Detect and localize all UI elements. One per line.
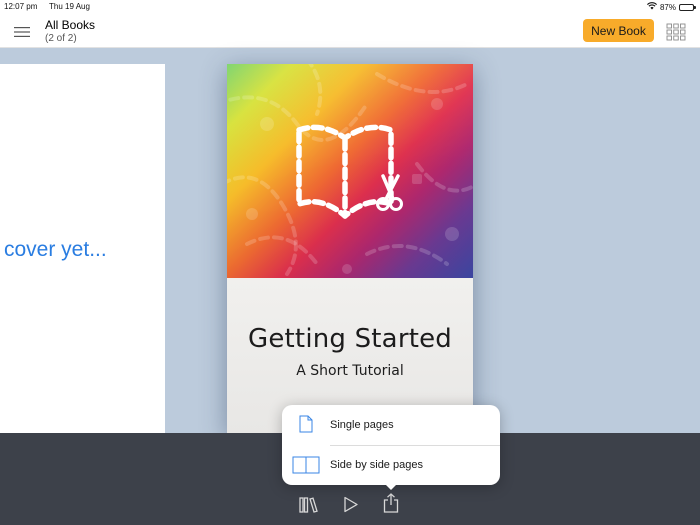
share-icon[interactable] <box>383 493 399 518</box>
hamburger-menu-icon[interactable] <box>13 25 31 39</box>
side-by-side-pages-option[interactable]: Side by side pages <box>282 445 500 485</box>
status-right: 87% <box>647 2 696 12</box>
play-icon[interactable] <box>343 496 359 518</box>
book-count: (2 of 2) <box>45 33 77 44</box>
grid-view-icon[interactable] <box>666 23 686 41</box>
battery-percent: 87% <box>659 2 676 12</box>
wifi-icon <box>647 2 657 12</box>
status-bar: 12:07 pm Thu 19 Aug 87% <box>0 0 700 14</box>
previous-book-text: cover yet... <box>4 238 107 261</box>
page-layout-popover: Single pages Side by side pages <box>282 405 500 485</box>
library-icon[interactable] <box>299 496 319 518</box>
single-pages-label: Single pages <box>330 419 394 431</box>
single-page-icon <box>299 415 313 438</box>
book-subtitle: A Short Tutorial <box>296 363 404 379</box>
side-by-side-pages-icon <box>292 456 320 479</box>
battery-icon <box>679 3 696 11</box>
single-pages-option[interactable]: Single pages <box>282 405 500 445</box>
new-book-button[interactable]: New Book <box>583 19 654 42</box>
status-date: Thu 19 Aug <box>49 2 90 11</box>
nav-bar: All Books (2 of 2) New Book <box>0 14 700 48</box>
status-time: 12:07 pm <box>4 2 38 11</box>
page-title: All Books <box>45 18 96 32</box>
previous-book-cover[interactable]: cover yet... <box>0 64 165 433</box>
side-by-side-pages-label: Side by side pages <box>330 459 423 471</box>
book-title: Getting Started <box>247 324 453 354</box>
popover-arrow <box>382 481 400 490</box>
book-cover-art <box>227 64 473 278</box>
book-cover[interactable]: Getting Started A Short Tutorial <box>227 64 473 433</box>
